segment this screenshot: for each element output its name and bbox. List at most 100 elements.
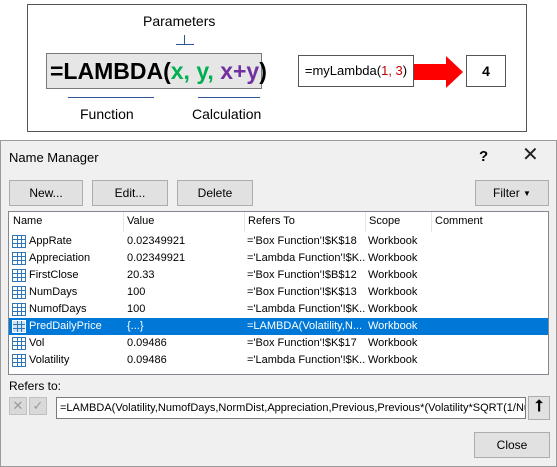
refers-to-input[interactable]: =LAMBDA(Volatility,NumofDays,NormDist,Ap…	[56, 397, 526, 419]
filter-button[interactable]: Filter ▼	[475, 180, 549, 206]
formula-sep-2: ,	[207, 58, 221, 84]
cancel-edit-icon: ✕	[9, 397, 27, 415]
row-scope: Workbook	[368, 320, 418, 332]
column-header-value[interactable]: Value	[127, 215, 154, 227]
named-range-icon	[12, 320, 26, 333]
column-header-refers-to[interactable]: Refers To	[248, 215, 295, 227]
row-refers-to: ='Box Function'!$K$18	[247, 235, 357, 247]
call-prefix: =myLambda(	[304, 63, 382, 78]
row-scope: Workbook	[368, 303, 418, 315]
chevron-down-icon: ▼	[523, 189, 531, 198]
column-divider[interactable]	[244, 212, 245, 232]
column-header-comment[interactable]: Comment	[435, 215, 483, 227]
column-header-scope[interactable]: Scope	[369, 215, 400, 227]
row-name: Vol	[29, 337, 45, 349]
row-refers-to: ='Box Function'!$K$13	[247, 286, 357, 298]
delete-button[interactable]: Delete	[177, 180, 253, 206]
calculation-underline	[198, 97, 260, 98]
new-button[interactable]: New...	[9, 180, 83, 206]
edit-button[interactable]: Edit...	[92, 180, 168, 206]
row-refers-to: ='Lambda Function'!$K...	[247, 252, 365, 264]
function-label: Function	[80, 106, 134, 122]
row-scope: Workbook	[368, 252, 418, 264]
function-underline	[68, 97, 154, 98]
row-refers-to: ='Lambda Function'!$K...	[247, 303, 365, 315]
row-scope: Workbook	[368, 235, 418, 247]
list-item-selected[interactable]: PredDailyPrice {...} =LAMBDA(Volatility,…	[9, 318, 548, 335]
formula-param-x: x	[170, 58, 184, 84]
column-divider[interactable]	[431, 212, 432, 232]
collapse-dialog-arrow-icon[interactable]: ⭡	[528, 396, 550, 420]
edit-button-label: Edit...	[114, 186, 146, 200]
named-range-icon	[12, 269, 26, 282]
row-name: NumofDays	[29, 303, 87, 315]
row-refers-to: ='Box Function'!$K$17	[247, 337, 357, 349]
row-scope: Workbook	[368, 337, 418, 349]
row-refers-to: ='Lambda Function'!$K...	[247, 354, 365, 366]
named-range-icon	[12, 354, 26, 367]
name-manager-dialog: Name Manager ? ✕ New... Edit... Delete F…	[0, 140, 557, 467]
parameters-bracket	[176, 35, 194, 45]
lambda-formula: =LAMBDA(x, y, x+y)	[46, 53, 267, 89]
formula-sep-1: ,	[183, 58, 197, 84]
row-value: 0.02349921	[127, 235, 186, 247]
row-name: PredDailyPrice	[29, 320, 102, 332]
parameters-label: Parameters	[143, 13, 216, 29]
calculation-label: Calculation	[192, 106, 262, 122]
close-icon[interactable]: ✕	[522, 145, 539, 165]
filter-button-label: Filter	[493, 186, 520, 200]
row-name: AppRate	[29, 235, 72, 247]
result-arrow-icon	[414, 56, 463, 88]
names-list[interactable]: Name Value Refers To Scope Comment AppRa…	[8, 211, 549, 375]
confirm-edit-icon: ✓	[29, 397, 47, 415]
row-refers-to: =LAMBDA(Volatility,N...	[247, 320, 363, 332]
formula-param-y: y	[196, 58, 208, 84]
named-range-icon	[12, 286, 26, 299]
column-header-name[interactable]: Name	[13, 215, 42, 227]
formula-suffix: )	[259, 58, 267, 84]
call-suffix: )	[402, 63, 408, 78]
row-value: 0.02349921	[127, 252, 186, 264]
row-name: Appreciation	[29, 252, 91, 264]
row-value: 20.33	[127, 269, 155, 281]
list-item[interactable]: NumofDays 100 ='Lambda Function'!$K... W…	[9, 301, 548, 318]
row-name: FirstClose	[29, 269, 79, 281]
list-item[interactable]: FirstClose 20.33 ='Box Function'!$B$12 W…	[9, 267, 548, 284]
list-item[interactable]: Vol 0.09486 ='Box Function'!$K$17 Workbo…	[9, 335, 548, 352]
row-scope: Workbook	[368, 286, 418, 298]
row-value: 0.09486	[127, 337, 167, 349]
row-scope: Workbook	[368, 269, 418, 281]
row-refers-to: ='Box Function'!$B$12	[247, 269, 357, 281]
named-range-icon	[12, 235, 26, 248]
row-value: 0.09486	[127, 354, 167, 366]
row-scope: Workbook	[368, 354, 418, 366]
list-header: Name Value Refers To Scope Comment	[9, 212, 548, 232]
close-button[interactable]: Close	[474, 432, 550, 458]
list-item[interactable]: Volatility 0.09486 ='Lambda Function'!$K…	[9, 352, 548, 369]
row-value: {...}	[127, 320, 144, 332]
row-value: 100	[127, 303, 146, 315]
column-divider[interactable]	[123, 212, 124, 232]
named-range-icon	[12, 303, 26, 316]
call-args: 1, 3	[381, 63, 403, 78]
formula-calculation: x+y	[220, 58, 260, 84]
lambda-diagram: Parameters =LAMBDA(x, y, x+y) Function C…	[27, 4, 527, 132]
result-box: 4	[466, 55, 506, 87]
new-button-label: New...	[29, 186, 63, 200]
list-item[interactable]: NumDays 100 ='Box Function'!$K$13 Workbo…	[9, 284, 548, 301]
row-value: 100	[127, 286, 146, 298]
list-item[interactable]: Appreciation 0.02349921 ='Lambda Functio…	[9, 250, 548, 267]
refers-to-label: Refers to:	[9, 379, 62, 393]
delete-button-label: Delete	[197, 186, 233, 200]
row-name: Volatility	[29, 354, 70, 366]
dialog-title: Name Manager	[9, 150, 99, 165]
named-range-icon	[12, 252, 26, 265]
column-divider[interactable]	[365, 212, 366, 232]
help-button[interactable]: ?	[479, 148, 488, 165]
formula-prefix: =LAMBDA(	[50, 58, 171, 84]
close-button-label: Close	[496, 438, 528, 452]
list-item[interactable]: AppRate 0.02349921 ='Box Function'!$K$18…	[9, 233, 548, 250]
row-name: NumDays	[29, 286, 78, 298]
lambda-call-box: =myLambda(1, 3)	[298, 55, 414, 87]
named-range-icon	[12, 337, 26, 350]
